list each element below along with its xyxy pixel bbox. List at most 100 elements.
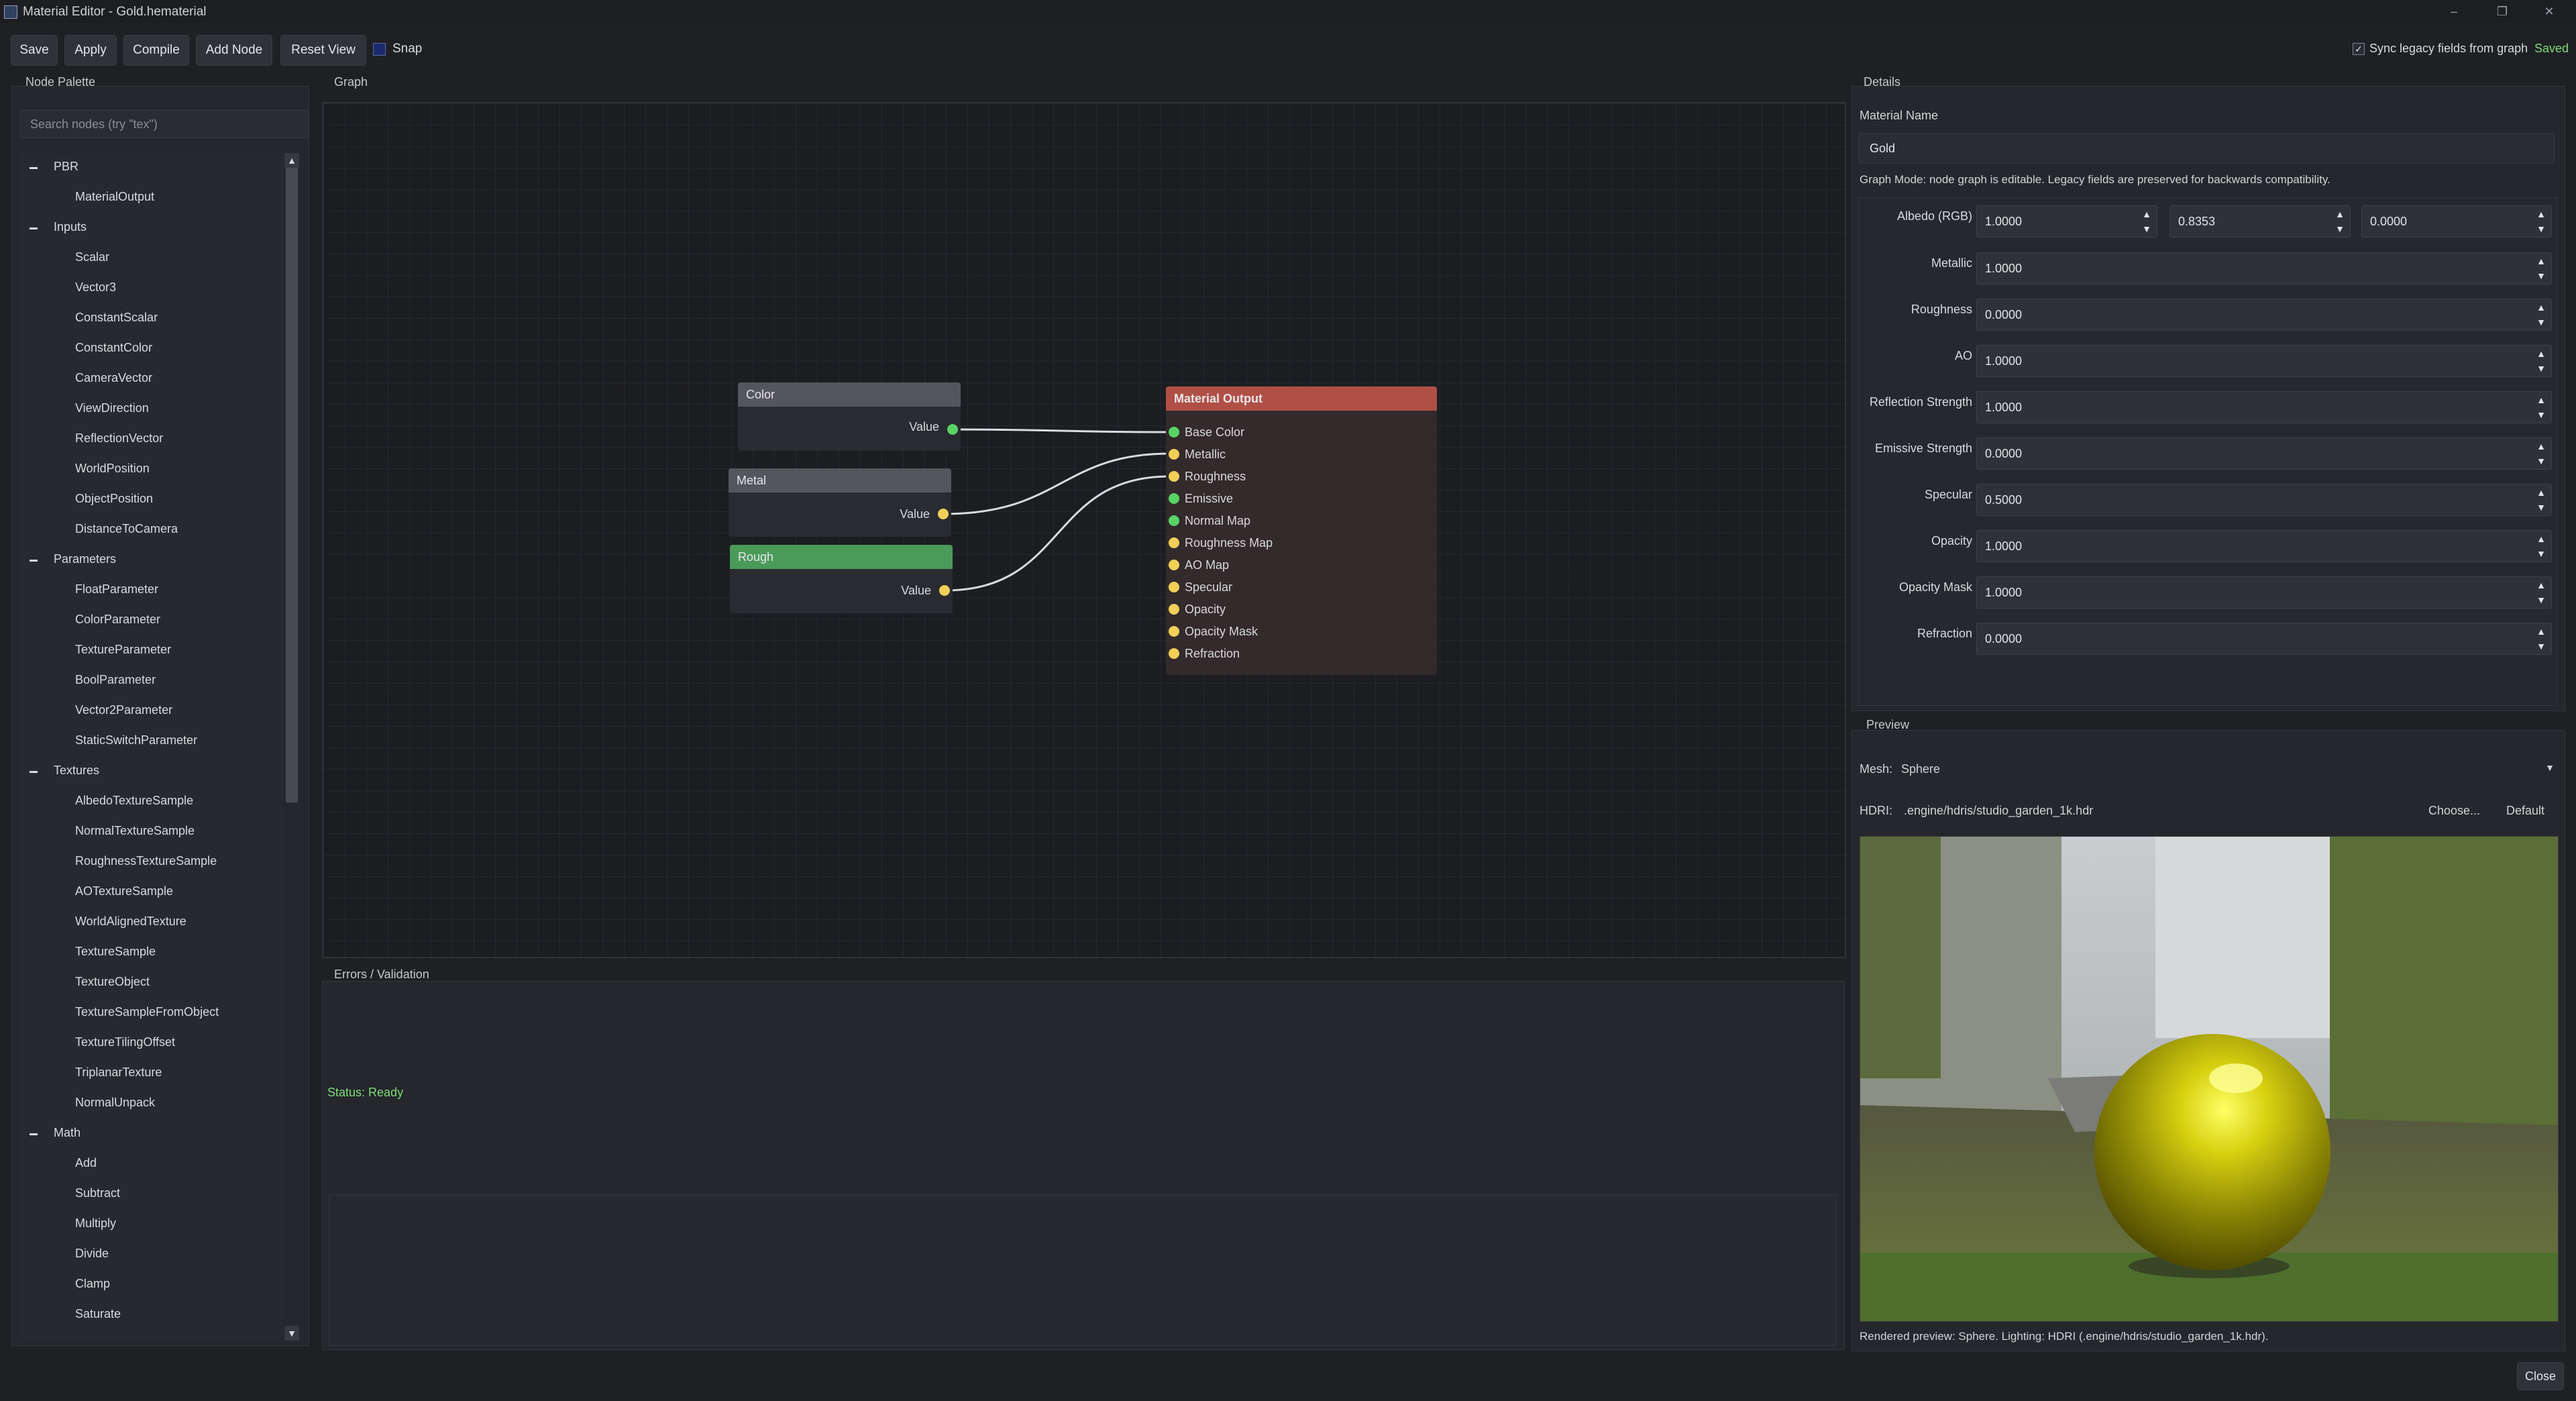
input-port[interactable] [1169, 648, 1179, 659]
choose-button[interactable]: Choose... [2428, 804, 2480, 818]
scroll-up-icon[interactable]: ▲ [284, 153, 299, 168]
tree-group-inputs[interactable]: Inputs [20, 220, 275, 240]
apply-button[interactable]: Apply [64, 35, 117, 66]
field-spinbox[interactable]: 0.0000 ▲ ▼ [1976, 623, 2552, 655]
spin-up-icon[interactable]: ▲ [2536, 441, 2546, 452]
close-button[interactable]: Close [2517, 1362, 2564, 1390]
palette-item[interactable]: Subtract [75, 1186, 120, 1206]
palette-item[interactable]: ObjectPosition [75, 492, 153, 512]
palette-item[interactable]: Multiply [75, 1216, 116, 1237]
scroll-down-icon[interactable]: ▼ [284, 1326, 299, 1341]
metal-node[interactable]: Metal Value [729, 468, 951, 537]
spin-down-icon[interactable]: ▼ [2536, 594, 2546, 605]
spin-down-icon[interactable]: ▼ [2536, 409, 2546, 420]
palette-item[interactable]: TriplanarTexture [75, 1066, 162, 1086]
palette-item[interactable]: Clamp [75, 1277, 110, 1297]
tree-group-pbr[interactable]: PBR [20, 160, 275, 180]
input-port[interactable] [1169, 626, 1179, 637]
palette-item[interactable]: TextureObject [75, 975, 150, 995]
error-log[interactable] [329, 1194, 1837, 1346]
material-output-header[interactable]: Material Output [1166, 386, 1437, 411]
input-port[interactable] [1169, 560, 1179, 570]
palette-item[interactable]: Scalar [75, 250, 109, 270]
palette-item[interactable]: AlbedoTextureSample [75, 794, 193, 814]
field-spinbox[interactable]: 1.0000 ▲ ▼ [1976, 391, 2552, 423]
spin-down-icon[interactable]: ▼ [2536, 317, 2546, 327]
input-port[interactable] [1169, 427, 1179, 437]
albedo-g-spinbox[interactable]: 0.8353 ▲ ▼ [2169, 205, 2351, 238]
palette-item[interactable]: DistanceToCamera [75, 522, 178, 542]
palette-item[interactable]: FloatParameter [75, 582, 158, 603]
rough-node-output-port[interactable] [939, 585, 950, 596]
collapse-icon[interactable] [30, 560, 38, 562]
collapse-icon[interactable] [30, 1133, 38, 1135]
palette-item[interactable]: MaterialOutput [75, 190, 154, 210]
tree-group-parameters[interactable]: Parameters [20, 552, 275, 572]
palette-item[interactable]: NormalTextureSample [75, 824, 195, 844]
spin-up-icon[interactable]: ▲ [2536, 580, 2546, 590]
palette-item[interactable]: NormalUnpack [75, 1096, 155, 1116]
reset-view-button[interactable]: Reset View [280, 35, 366, 66]
input-port[interactable] [1169, 471, 1179, 482]
palette-item[interactable]: ColorParameter [75, 613, 160, 633]
palette-item[interactable]: Vector3 [75, 280, 116, 301]
albedo-b-spinbox[interactable]: 0.0000 ▲ ▼ [2361, 205, 2552, 238]
field-spinbox[interactable]: 0.0000 ▲ ▼ [1976, 437, 2552, 470]
color-node-output-port[interactable] [947, 424, 958, 435]
spin-down-icon[interactable]: ▼ [2536, 270, 2546, 281]
save-button[interactable]: Save [11, 35, 58, 66]
collapse-icon[interactable] [30, 227, 38, 229]
close-window-icon[interactable]: ✕ [2529, 0, 2569, 23]
spin-down-icon[interactable]: ▼ [2536, 502, 2546, 513]
palette-item[interactable]: TextureSample [75, 945, 156, 965]
node-search-input[interactable]: Search nodes (try "tex") [20, 110, 309, 138]
spin-up-icon[interactable]: ▲ [2536, 256, 2546, 266]
input-port[interactable] [1169, 493, 1179, 504]
palette-item[interactable]: StaticSwitchParameter [75, 733, 197, 754]
palette-item[interactable]: Divide [75, 1247, 109, 1267]
material-name-input[interactable]: Gold [1858, 133, 2555, 164]
palette-item[interactable]: AOTextureSample [75, 884, 173, 904]
input-port[interactable] [1169, 449, 1179, 460]
field-spinbox[interactable]: 1.0000 ▲ ▼ [1976, 252, 2552, 284]
rough-node-header[interactable]: Rough [730, 545, 953, 569]
spin-down-icon[interactable]: ▼ [2536, 548, 2546, 559]
restore-icon[interactable]: ❐ [2482, 0, 2522, 23]
palette-item[interactable]: ConstantColor [75, 341, 152, 361]
mesh-select[interactable]: Sphere ▼ [1901, 754, 2557, 782]
spin-down-icon[interactable]: ▼ [2536, 223, 2546, 234]
tree-group-textures[interactable]: Textures [20, 764, 275, 784]
metal-node-output-port[interactable] [938, 509, 949, 519]
spin-up-icon[interactable]: ▲ [2536, 487, 2546, 498]
add-node-button[interactable]: Add Node [196, 35, 272, 66]
spin-up-icon[interactable]: ▲ [2142, 209, 2151, 219]
field-spinbox[interactable]: 0.5000 ▲ ▼ [1976, 484, 2552, 516]
spin-down-icon[interactable]: ▼ [2536, 363, 2546, 374]
palette-item[interactable]: Vector2Parameter [75, 703, 172, 723]
input-port[interactable] [1169, 604, 1179, 615]
spin-down-icon[interactable]: ▼ [2142, 223, 2151, 234]
color-node[interactable]: Color Value [738, 382, 961, 451]
palette-scroll-thumb[interactable] [286, 168, 298, 802]
palette-item[interactable]: RoughnessTextureSample [75, 854, 217, 874]
collapse-icon[interactable] [30, 167, 38, 169]
spin-up-icon[interactable]: ▲ [2536, 533, 2546, 544]
sync-checkbox[interactable]: ✓ [2353, 43, 2365, 55]
material-output-node[interactable]: Material Output Base Color Metallic Roughn… [1166, 386, 1437, 675]
palette-item[interactable]: TextureParameter [75, 643, 171, 663]
palette-item[interactable]: WorldPosition [75, 462, 150, 482]
snap-checkbox[interactable] [373, 43, 386, 56]
palette-item[interactable]: TextureTilingOffset [75, 1035, 175, 1055]
field-spinbox[interactable]: 1.0000 ▲ ▼ [1976, 530, 2552, 562]
spin-down-icon[interactable]: ▼ [2536, 456, 2546, 466]
minimize-icon[interactable]: – [2434, 0, 2474, 23]
palette-item[interactable]: WorldAlignedTexture [75, 915, 186, 935]
field-spinbox[interactable]: 0.0000 ▲ ▼ [1976, 299, 2552, 331]
color-node-header[interactable]: Color [738, 382, 961, 407]
graph-canvas[interactable]: Color Value Metal Value Rough Value Mate… [322, 102, 1846, 958]
spin-up-icon[interactable]: ▲ [2536, 626, 2546, 637]
spin-up-icon[interactable]: ▲ [2335, 209, 2345, 219]
input-port[interactable] [1169, 537, 1179, 548]
hdri-path-field[interactable]: .engine/hdris/studio_garden_1k.hdr [1901, 796, 2408, 824]
palette-item[interactable]: BoolParameter [75, 673, 156, 693]
